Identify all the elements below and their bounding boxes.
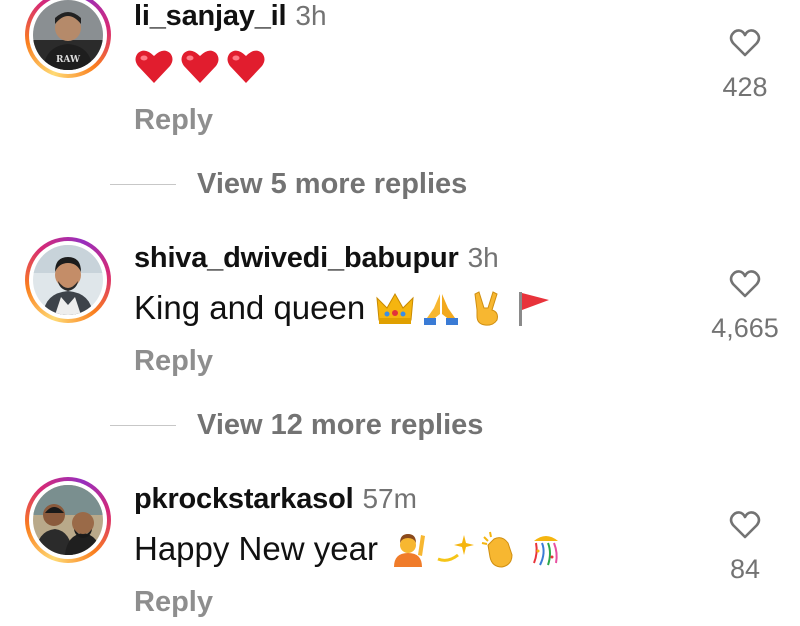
story-ring[interactable]	[25, 237, 111, 323]
red-heart-icon	[134, 47, 174, 87]
reply-button[interactable]: Reply	[134, 345, 213, 378]
like-group: 4,665	[690, 269, 800, 344]
triangular-flag-icon	[513, 288, 553, 328]
timestamp: 3h	[295, 0, 327, 31]
crown-icon	[375, 288, 415, 328]
victory-hand-icon	[467, 288, 507, 328]
confetti-ball-icon	[526, 529, 566, 569]
comment-text: Happy New year	[134, 529, 572, 569]
heart-icon[interactable]	[729, 28, 761, 58]
comment-text: King and queen	[134, 288, 559, 328]
reply-button[interactable]: Reply	[134, 586, 213, 619]
view-more-label: View 5 more replies	[197, 168, 468, 200]
view-more-label: View 12 more replies	[197, 409, 484, 441]
avatar: RAW	[33, 0, 103, 70]
like-count: 84	[729, 554, 761, 584]
like-group: 84	[690, 510, 800, 585]
view-more-replies-button[interactable]: View 5 more replies	[110, 168, 467, 201]
view-more-replies-button[interactable]: View 12 more replies	[110, 409, 483, 442]
reply-button[interactable]: Reply	[134, 104, 213, 137]
avatar-shirt-text: RAW	[56, 55, 81, 65]
heart-icon[interactable]	[729, 510, 761, 540]
comment-body: Happy New year	[134, 530, 378, 567]
timestamp: 3h	[467, 242, 499, 273]
username[interactable]: li_sanjay_il	[134, 0, 287, 33]
person-raising-hand-icon	[388, 529, 428, 569]
like-count: 428	[722, 72, 768, 102]
username[interactable]: pkrockstarkasol	[134, 483, 354, 516]
timestamp: 57m	[362, 483, 417, 514]
red-heart-icon	[226, 47, 266, 87]
avatar	[33, 245, 103, 315]
folded-hands-icon	[421, 288, 461, 328]
divider-line	[110, 425, 176, 426]
red-heart-icon	[180, 47, 220, 87]
comment-body: King and queen	[134, 289, 366, 326]
heart-icon[interactable]	[729, 269, 761, 299]
comment-text	[134, 47, 272, 87]
clapping-hands-icon	[480, 529, 520, 569]
story-ring[interactable]: RAW	[25, 0, 111, 78]
comment-item: RAW li_sanjay_il 3h Reply 428	[0, 0, 800, 180]
avatar	[33, 485, 103, 555]
divider-line	[110, 184, 176, 185]
like-count: 4,665	[711, 313, 779, 343]
username[interactable]: shiva_dwivedi_babupur	[134, 242, 459, 275]
like-group: 428	[690, 28, 800, 103]
story-ring[interactable]	[25, 477, 111, 563]
dizzy-icon	[434, 529, 474, 569]
